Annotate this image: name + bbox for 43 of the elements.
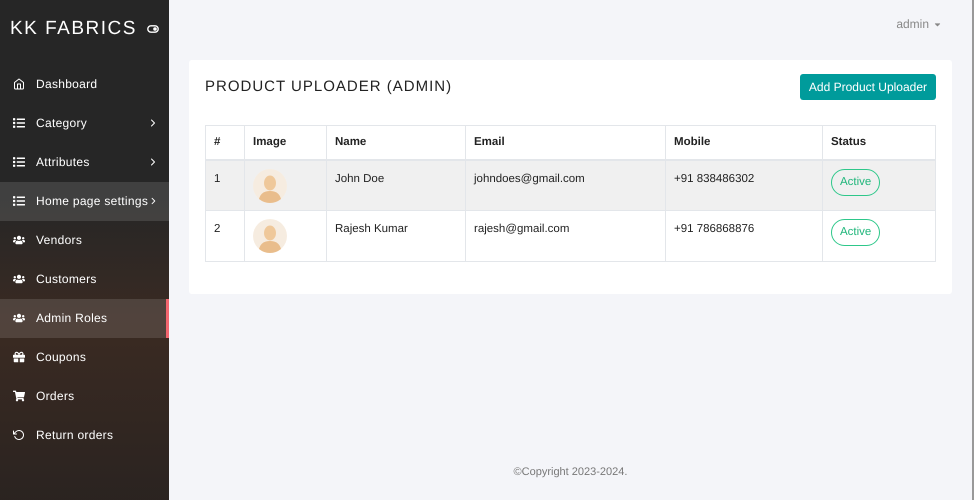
table-cell: rajesh@gmail.com (466, 210, 666, 262)
sidebar-item[interactable]: Return orders (0, 416, 169, 454)
list-icon (13, 195, 25, 207)
sidebar-item[interactable]: Home page settings (0, 182, 169, 220)
sidebar-label: Category (36, 115, 88, 132)
sidebar-item[interactable]: Dashboard (0, 64, 169, 104)
avatar-icon (253, 219, 287, 253)
table-cell: 2 (206, 210, 244, 262)
status-badge: Active (831, 219, 880, 246)
table-cell: +91 786868876 (666, 210, 822, 262)
sidebar-item[interactable]: Attributes (0, 142, 169, 182)
footer-copyright: ©Copyright 2023-2024. (512, 464, 628, 480)
sidebar-item[interactable]: Coupons (0, 338, 169, 376)
sidebar-item[interactable]: Category (0, 104, 169, 142)
sidebar-item[interactable]: Vendors (0, 220, 169, 260)
sidebar-label: Admin Roles (36, 310, 108, 327)
table-cell: Rajesh Kumar (326, 210, 466, 262)
users-icon (13, 312, 25, 324)
sidebar-item[interactable]: Admin Roles (0, 298, 169, 338)
brand-logo: KK FABRICS (10, 17, 137, 41)
avatar-icon (253, 168, 287, 202)
sidebar-label: Attributes (36, 154, 90, 171)
sidebar-label: Coupons (36, 349, 86, 366)
status-badge: Active (831, 168, 880, 196)
users-icon (13, 234, 25, 246)
sidebar-label: Orders (36, 388, 74, 405)
users-icon (13, 273, 25, 285)
sidebar-label: Vendors (36, 232, 82, 249)
sidebar-label: Customers (36, 271, 97, 288)
list-icon (13, 117, 25, 129)
toggle-icon (147, 25, 159, 34)
list-icon (13, 156, 25, 168)
sidebar-item[interactable]: Customers (0, 260, 169, 298)
undo-icon (13, 429, 25, 441)
sidebar-label: Dashboard (36, 76, 98, 93)
column-header: # (206, 126, 244, 160)
sidebar-label: Return orders (36, 427, 114, 444)
sidebar-label: Home page settings (36, 193, 148, 210)
home-icon (13, 78, 25, 90)
gift-icon (13, 351, 25, 363)
sidebar-item[interactable]: Orders (0, 376, 169, 416)
card-title: PRODUCT UPLOADER (ADMIN) (205, 77, 452, 97)
cart-icon (13, 390, 25, 402)
